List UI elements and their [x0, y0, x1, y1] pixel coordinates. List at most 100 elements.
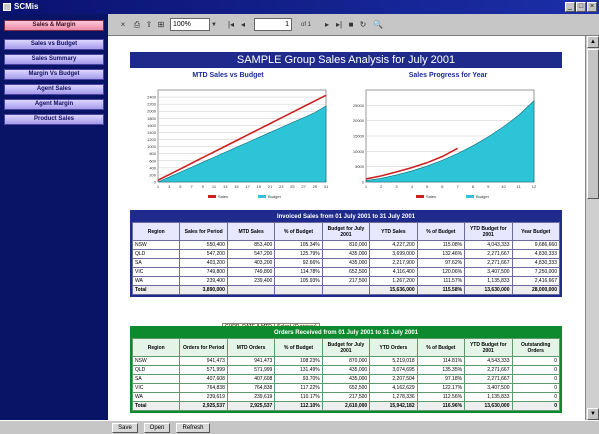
next-page-icon[interactable]: ▸	[322, 19, 332, 31]
close-window-icon[interactable]: ×	[587, 2, 597, 12]
value-cell: 764,838	[226, 383, 276, 393]
x-tick-label: 7	[457, 184, 460, 189]
chart-title-year: Sales Progress for Year	[408, 72, 488, 79]
scroll-up-icon[interactable]: ▲	[587, 36, 599, 48]
invoiced-header: Sales for Period	[179, 222, 228, 241]
search-icon[interactable]: 🔍	[372, 19, 384, 31]
export-icon[interactable]: ⇪	[144, 19, 154, 31]
chart-title-mtd: MTD Sales vs Budget	[192, 72, 264, 79]
value-cell: 749,800	[179, 267, 228, 277]
x-tick-label: 6	[441, 184, 444, 189]
value-cell: 1,135,833	[464, 392, 513, 402]
print-icon[interactable]: ⎙	[132, 19, 142, 31]
last-page-icon[interactable]: ▸|	[334, 19, 344, 31]
y-tick-label: 200	[149, 172, 156, 177]
save-button[interactable]: Save	[112, 423, 138, 433]
sales-progress-chart: 05000100001500020000250001 2 3 4 5 6 7 8 9 10 11 12…	[353, 89, 537, 199]
invoiced-sales-table: Invoiced Sales from 01 July 2001 to 31 J…	[130, 210, 562, 331]
vertical-scrollbar[interactable]: ▲ ▼	[585, 36, 599, 420]
x-tick-label: 1	[157, 184, 160, 189]
x-tick-label: 11	[517, 184, 522, 189]
value-cell: 105.34%	[274, 240, 323, 250]
orders-header: YTD Budget for 2001	[464, 338, 513, 357]
y-tick-label: 400	[149, 165, 156, 170]
value-cell: 116.96%	[416, 401, 466, 411]
value-cell: 115.58%	[416, 285, 466, 295]
orders-header: YTD Orders	[369, 338, 418, 357]
invoiced-header: Region	[131, 222, 181, 241]
table-row: QLD 547,200 547,200 125.79% 435,000 3,699,000…	[131, 249, 560, 259]
value-cell: 571,999	[179, 365, 228, 375]
tree-icon[interactable]: ⊞	[156, 19, 166, 31]
page-number: 1	[285, 21, 289, 28]
sidebar-item-margin-vs-budget[interactable]: Margin Vs Budget	[4, 69, 104, 80]
value-cell: 239,619	[179, 392, 228, 402]
sidebar: Sales & Margin Sales vs Budget Sales Sum…	[0, 14, 108, 420]
scroll-down-icon[interactable]: ▼	[587, 408, 599, 420]
region-cell: VIC	[131, 383, 181, 393]
value-cell: 0	[511, 356, 560, 366]
value-cell: 112.56%	[416, 392, 466, 402]
scroll-thumb[interactable]	[587, 49, 599, 199]
chevron-down-icon[interactable]: ▼	[210, 19, 218, 31]
invoiced-table-title: Invoiced Sales from 01 July 2001 to 31 J…	[132, 212, 560, 222]
value-cell: 435,000	[321, 365, 371, 375]
close-icon[interactable]: ×	[118, 19, 128, 31]
window-controls: _ □ ×	[565, 2, 597, 12]
value-cell: 4,162,629	[369, 383, 418, 393]
sidebar-item-product-sales[interactable]: Product Sales	[4, 114, 104, 125]
total-row: Total 2,925,537 2,925,537 112.10% 2,610,000 1…	[131, 401, 560, 411]
value-cell: 105.93%	[274, 276, 323, 286]
x-tick-label: 27	[301, 184, 306, 189]
sidebar-item-agent-sales[interactable]: Agent Sales	[4, 84, 104, 95]
value-cell: 114.78%	[274, 267, 323, 277]
value-cell: 9,686,660	[511, 240, 560, 250]
region-cell: Total	[131, 285, 181, 295]
y-tick-label: 2000	[147, 109, 157, 114]
value-cell: 239,400	[226, 276, 276, 286]
report-title: SAMPLE Group Sales Analysis for July 200…	[130, 52, 562, 68]
legend-swatch	[416, 195, 424, 198]
invoiced-header: Year Budget	[511, 222, 560, 241]
open-button[interactable]: Open	[144, 423, 170, 433]
title-bar: SCMis _ □ ×	[0, 0, 599, 14]
maximize-icon[interactable]: □	[576, 2, 586, 12]
sidebar-item-sales-margin[interactable]: Sales & Margin	[4, 20, 104, 31]
value-cell: 764,838	[179, 383, 228, 393]
value-cell: 112.10%	[274, 401, 323, 411]
x-tick-label: 3	[395, 184, 398, 189]
x-tick-label: 3	[168, 184, 171, 189]
sidebar-item-sales-summary[interactable]: Sales Summary	[4, 54, 104, 65]
stop-icon[interactable]: ■	[346, 19, 356, 31]
x-tick-label: 9	[487, 184, 490, 189]
value-cell: 2,207,504	[369, 374, 418, 384]
minimize-icon[interactable]: _	[565, 2, 575, 12]
first-page-icon[interactable]: |◂	[226, 19, 236, 31]
value-cell: 407,608	[226, 374, 276, 384]
legend-label: Budget	[476, 194, 490, 199]
x-tick-label: 10	[501, 184, 506, 189]
value-cell	[274, 285, 323, 295]
prev-page-icon[interactable]: ◂	[238, 19, 248, 31]
value-cell: 111.57%	[416, 276, 466, 286]
y-tick-label: 1200	[147, 137, 157, 142]
value-cell: 2,416,667	[511, 276, 560, 286]
total-row: Total 3,890,000 15,636,000 115.58% 13,630,00…	[131, 285, 560, 295]
sidebar-item-sales-vs-budget[interactable]: Sales vs Budget	[4, 39, 104, 50]
page-input[interactable]: 1	[254, 18, 292, 31]
table-row: NSW 941,473 941,473 108.23% 870,000 5,219,018…	[131, 356, 560, 366]
sidebar-item-agent-margin[interactable]: Agent Margin	[4, 99, 104, 110]
orders-table-title: Orders Received from 01 July 2001 to 31 …	[132, 328, 560, 338]
value-cell: 3,074,695	[369, 365, 418, 375]
zoom-select[interactable]: 100%	[170, 18, 210, 31]
refresh-button[interactable]: Refresh	[176, 423, 210, 433]
refresh-icon[interactable]: ↻	[358, 19, 368, 31]
y-tick-label: 800	[149, 151, 156, 156]
x-tick-label: 13	[223, 184, 228, 189]
x-tick-label: 8	[472, 184, 475, 189]
region-cell: QLD	[131, 249, 181, 259]
window-title: SCMis	[14, 2, 39, 11]
table-row: QLD 571,999 571,999 131.49% 435,000 3,074,695…	[131, 365, 560, 375]
table-row: NSW 550,400 853,400 105.34% 810,000 4,227,200…	[131, 240, 560, 250]
value-cell: 217,500	[321, 392, 371, 402]
